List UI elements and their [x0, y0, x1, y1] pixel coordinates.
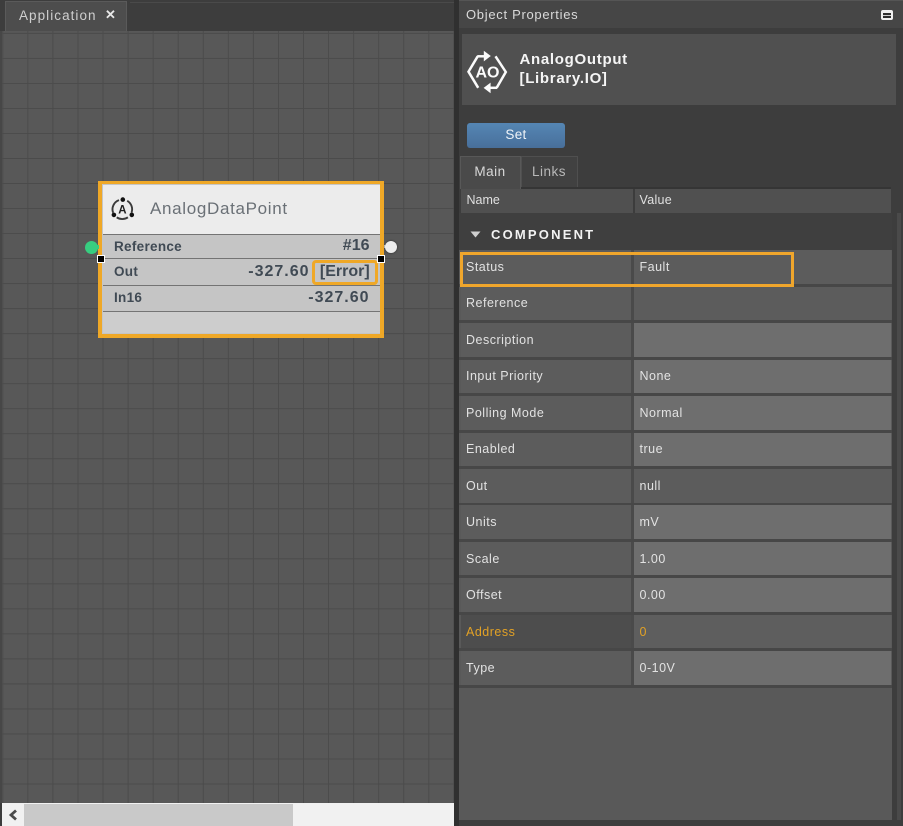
svg-text:AO: AO: [476, 64, 500, 81]
svg-text:A: A: [118, 204, 126, 216]
